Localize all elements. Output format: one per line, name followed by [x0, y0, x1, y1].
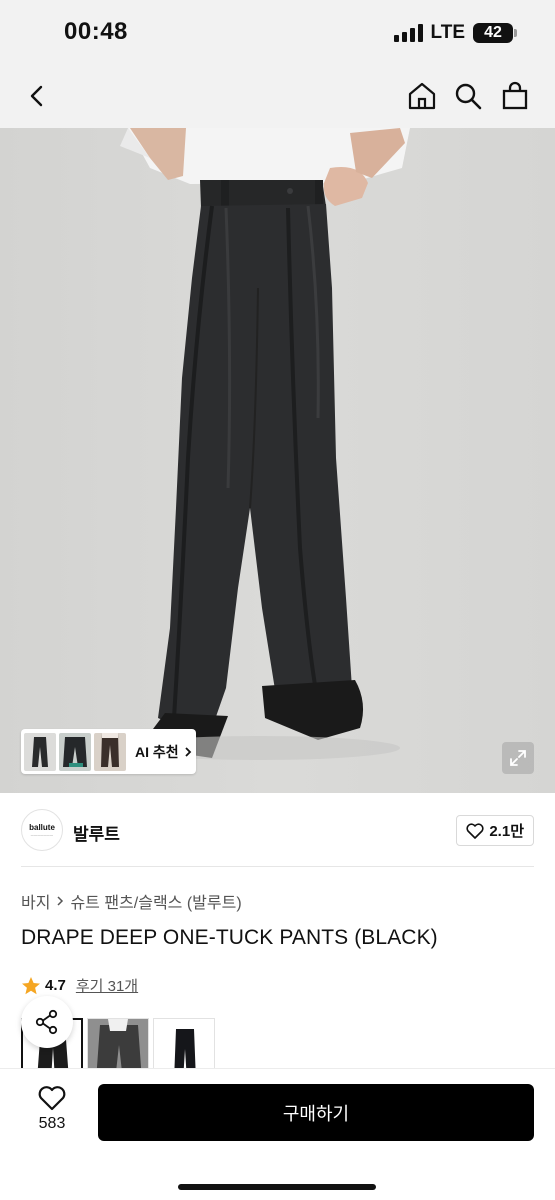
expand-button[interactable]: [502, 742, 534, 774]
share-icon: [35, 1009, 58, 1035]
heart-icon: [466, 822, 484, 839]
brand-logo-text: ballute: [29, 823, 55, 832]
brand-name[interactable]: 발루트: [73, 820, 120, 845]
wishlist-count: 583: [38, 1115, 66, 1132]
expand-icon: [510, 750, 526, 766]
chevron-left-icon: [30, 85, 43, 107]
home-icon: [408, 82, 436, 110]
star-icon: [22, 976, 40, 994]
home-button[interactable]: [402, 76, 442, 116]
status-time: 00:48: [64, 18, 128, 45]
rating-value: 4.7: [45, 977, 66, 994]
thumbnail-1[interactable]: [24, 732, 56, 771]
thumbnail-2-image: [59, 732, 91, 771]
brand-logo[interactable]: ballute ———————: [21, 809, 63, 851]
thumbnail-1-image: [24, 732, 56, 771]
ai-recommend-button[interactable]: AI 추천: [135, 742, 193, 762]
brand-logo-tagline: ———————: [30, 833, 54, 837]
cart-button[interactable]: [495, 76, 535, 116]
brand-like-button[interactable]: 2.1만: [456, 815, 534, 846]
thumbnail-3[interactable]: [94, 732, 126, 771]
breadcrumb-subcategory[interactable]: 슈트 팬츠/슬랙스 (발루트): [70, 889, 241, 913]
share-button[interactable]: [21, 996, 73, 1048]
product-image[interactable]: [0, 128, 555, 793]
search-button[interactable]: [448, 76, 488, 116]
breadcrumb-category[interactable]: 바지: [21, 889, 50, 913]
rating-row: 4.7 후기 31개: [21, 975, 138, 996]
product-photo: [120, 128, 410, 760]
status-bar: 00:48 LTE 42: [0, 0, 555, 64]
breadcrumb: 바지 슈트 팬츠/슬랙스 (발루트): [21, 889, 242, 913]
heart-icon: [38, 1086, 66, 1111]
wishlist-button[interactable]: 583: [24, 1085, 80, 1133]
brand-like-count: 2.1만: [489, 823, 524, 840]
shopping-bag-icon: [502, 81, 528, 110]
brand-row: ballute ——————— 발루트 2.1만: [0, 793, 555, 865]
thumbnail-3-image: [94, 732, 126, 771]
chevron-right-icon: [185, 746, 191, 757]
divider: [21, 866, 534, 867]
reviews-link[interactable]: 후기 31개: [76, 975, 138, 996]
image-thumbnails: AI 추천: [21, 729, 196, 774]
network-label: LTE: [430, 22, 465, 43]
buy-button[interactable]: 구매하기: [98, 1084, 534, 1141]
product-title: DRAPE DEEP ONE-TUCK PANTS (BLACK): [21, 926, 438, 949]
battery-icon: 42: [473, 23, 517, 43]
home-indicator: [178, 1184, 376, 1190]
chevron-right-icon: [57, 896, 64, 906]
search-icon: [455, 83, 482, 110]
nav-bar: [0, 64, 555, 128]
back-button[interactable]: [18, 76, 58, 116]
signal-icon: [393, 24, 423, 42]
status-indicators: LTE 42: [393, 22, 517, 44]
ai-recommend-label: AI 추천: [135, 743, 179, 760]
thumbnail-2[interactable]: [59, 732, 91, 771]
bottom-action-bar: 583 구매하기: [0, 1068, 555, 1200]
